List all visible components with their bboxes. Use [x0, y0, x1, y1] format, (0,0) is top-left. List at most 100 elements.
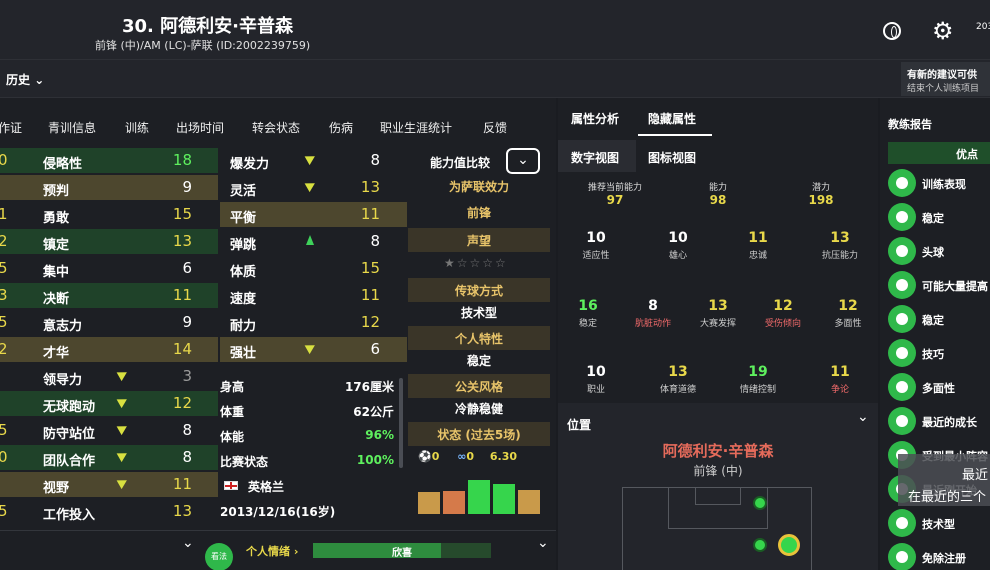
chevron-down-icon[interactable]: ⌄ — [857, 409, 869, 425]
compare-dropdown-button[interactable]: ⌄ — [506, 148, 540, 174]
position-dot — [753, 496, 767, 510]
tab-hidden-attributes[interactable]: 隐藏属性 — [648, 110, 696, 127]
report-label: 多面性 — [922, 382, 955, 395]
report-item[interactable]: 训练表现 — [888, 169, 990, 199]
attribute-row[interactable]: 5 意志力 9 — [0, 310, 218, 335]
strengths-badge[interactable]: 优点 — [888, 142, 990, 164]
hidden-attribute: 11 争论 — [800, 364, 880, 395]
position-title: 位置 — [567, 418, 592, 432]
attribute-row[interactable]: 0 侵略性 18 — [0, 148, 218, 173]
attribute-value: 13 — [360, 178, 380, 196]
attribute-row[interactable]: 弹跳 8 — [220, 229, 407, 254]
tab-feedback[interactable]: 反馈 — [483, 119, 507, 136]
gear-icon[interactable]: ⚙ — [932, 19, 954, 43]
tab-attribute-analysis[interactable]: 属性分析 — [571, 110, 619, 127]
report-item[interactable]: 头球 — [888, 237, 990, 267]
tab-injury[interactable]: 伤病 — [329, 119, 353, 136]
attribute-row[interactable]: 0 团队合作 8 — [0, 445, 218, 470]
chevron-down-icon[interactable]: ⌄ — [182, 535, 194, 551]
advice-notice[interactable]: 有新的建议可供 结束个人训练项目 — [901, 62, 990, 96]
nation-row: 英格兰 — [220, 473, 400, 497]
report-icon — [888, 373, 916, 401]
player-title: 30. 阿德利安·辛普森 — [122, 16, 293, 37]
trend-arrow-icon — [304, 151, 318, 166]
attribute-row[interactable]: 5 工作投入 13 — [0, 499, 218, 524]
player-subtitle: 前锋 (中)/AM (LC)-萨联 (ID:2002239759) — [95, 39, 311, 52]
attribute-name: 侵略性 — [43, 157, 83, 172]
globe-icon[interactable] — [883, 22, 901, 40]
form-header: 状态 (过去5场) — [408, 422, 550, 446]
trend-arrow-icon — [304, 178, 318, 193]
attribute-row[interactable]: 体质 15 — [220, 256, 407, 281]
pitch-small-box — [695, 487, 741, 505]
personality-header: 个人特性 — [408, 326, 550, 350]
report-item[interactable]: 免除注册 — [888, 543, 990, 570]
attribute-name: 平衡 — [230, 211, 257, 226]
hidden-attribute-value: 13 — [668, 364, 688, 380]
attribute-row[interactable]: 爆发力 8 — [220, 148, 407, 173]
attribute-row[interactable]: 领导力 3 — [0, 364, 218, 389]
scrollbar[interactable] — [399, 378, 403, 468]
attribute-row[interactable]: 平衡 11 — [220, 202, 407, 227]
coach-report-title: 教练报告 — [888, 118, 932, 131]
note-icon[interactable]: 看法 — [205, 543, 233, 570]
report-icon — [888, 305, 916, 333]
tab-transfer[interactable]: 转会状态 — [252, 119, 300, 136]
hidden-attribute-value: 10 — [668, 230, 688, 246]
tab-playing-time[interactable]: 出场时间 — [176, 119, 224, 136]
attribute-value: 9 — [182, 178, 192, 196]
report-icon — [888, 407, 916, 435]
report-icon — [888, 543, 916, 570]
report-icon — [888, 237, 916, 265]
mid-panel: 属性分析 隐藏属性 数字视图 图标视图 推荐当前能力 97 能力 98 潜力 198 … — [558, 98, 878, 570]
form-bar — [518, 490, 540, 514]
hidden-attribute-label: 体育道德 — [659, 385, 696, 395]
attribute-row[interactable]: 速度 11 — [220, 283, 407, 308]
attribute-row[interactable]: 无球跑动 12 — [0, 391, 218, 416]
hidden-attribute-label: 雄心 — [668, 251, 687, 261]
date-fragment: 203 — [976, 22, 990, 32]
personality-value: 稳定 — [466, 354, 491, 368]
tab-career[interactable]: 职业生涯统计 — [380, 119, 452, 136]
attribute-name: 镇定 — [43, 238, 70, 253]
position-card: 位置 ⌄ 阿德利安·辛普森 前锋 (中) — [558, 403, 878, 570]
compare-value: 5 — [0, 259, 8, 277]
chevron-down-icon[interactable]: ⌄ — [537, 535, 549, 551]
trend-arrow-icon — [116, 448, 130, 463]
attribute-name: 才华 — [43, 346, 70, 361]
attribute-row[interactable]: 2 镇定 13 — [0, 229, 218, 254]
report-item[interactable]: 技术型 — [888, 509, 990, 539]
attribute-row[interactable]: 视野 11 — [0, 472, 218, 497]
compare-value: 2 — [0, 340, 8, 358]
tab-training[interactable]: 训练 — [125, 119, 149, 136]
trend-arrow-icon — [116, 421, 130, 436]
attribute-row[interactable]: 2 才华 14 — [0, 337, 218, 362]
tab-icon-view[interactable]: 图标视图 — [648, 149, 696, 166]
hidden-attribute-label: 忠诚 — [748, 251, 767, 261]
tab-contract[interactable]: 作证 — [0, 119, 22, 136]
tab-youth[interactable]: 青训信息 — [48, 119, 96, 136]
report-item[interactable]: 最近的成长 — [888, 407, 990, 437]
attribute-row[interactable]: 1 勇敢 15 — [0, 202, 218, 227]
attribute-row[interactable]: 3 决断 11 — [0, 283, 218, 308]
attribute-row[interactable]: 灵活 13 — [220, 175, 407, 200]
attribute-name: 预判 — [43, 184, 70, 199]
number-view-label: 数字视图 — [571, 151, 620, 165]
report-item[interactable]: 稳定 — [888, 305, 990, 335]
report-item[interactable]: 可能大量提高 — [888, 271, 990, 301]
report-item[interactable]: 稳定 — [888, 203, 990, 233]
attribute-row[interactable]: 预判 9 — [0, 175, 218, 200]
history-menu[interactable]: 历史 ⌄ — [6, 71, 44, 88]
attribute-row[interactable]: 耐力 12 — [220, 310, 407, 335]
form-bar — [493, 484, 515, 514]
report-icon — [888, 169, 916, 197]
attribute-value: 11 — [172, 286, 192, 304]
report-label: 免除注册 — [922, 552, 966, 565]
attribute-row[interactable]: 5 集中 6 — [0, 256, 218, 281]
attribute-row[interactable]: 强壮 6 — [220, 337, 407, 362]
trend-arrow-icon — [116, 367, 130, 382]
attribute-row[interactable]: 5 防守站位 8 — [0, 418, 218, 443]
report-item[interactable]: 多面性 — [888, 373, 990, 403]
mood-bar: 欣喜 — [313, 543, 491, 559]
report-item[interactable]: 技巧 — [888, 339, 990, 369]
